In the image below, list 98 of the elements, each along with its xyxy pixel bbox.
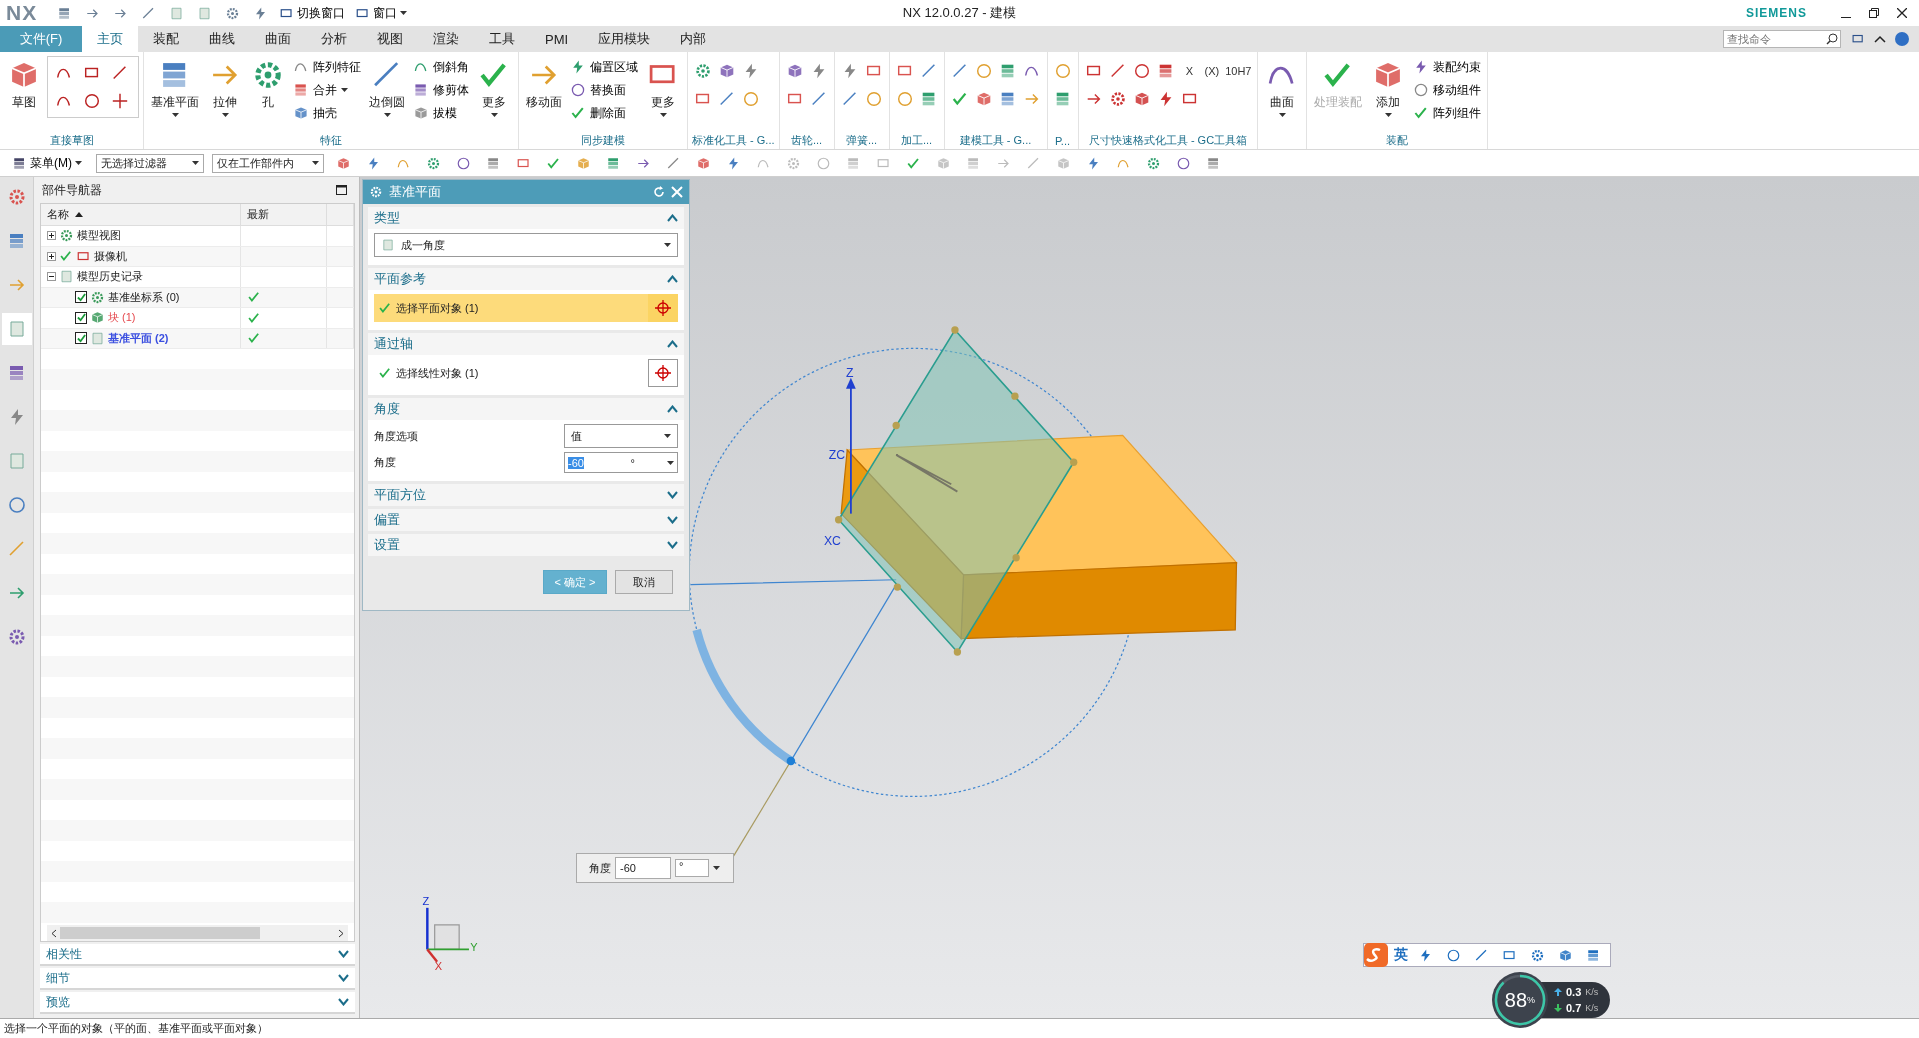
dialog-title: 基准平面 bbox=[389, 183, 442, 201]
ribbon-tab[interactable]: 渲染 bbox=[418, 26, 474, 52]
upload-rate: 0.3 bbox=[1566, 986, 1582, 998]
section-header[interactable]: 通过轴 bbox=[368, 333, 684, 355]
collapsible-panel[interactable]: 预览 bbox=[40, 992, 355, 1014]
download-rate: 0.7 bbox=[1566, 1002, 1582, 1014]
type-select[interactable]: 成一角度 bbox=[374, 233, 678, 257]
ribbon-button[interactable]: 曲面 bbox=[1262, 56, 1303, 119]
filter-select[interactable]: 无选择过滤器 bbox=[96, 153, 204, 173]
panel-title: 部件导航器 bbox=[42, 181, 102, 199]
ribbon-tab[interactable]: 主页 bbox=[82, 26, 138, 52]
ribbon-button[interactable]: 修剪体 bbox=[411, 79, 471, 101]
filter-select[interactable]: 仅在工作部件内 bbox=[212, 153, 324, 173]
group-title: 标准化工具 - G... bbox=[692, 133, 775, 148]
group-title: 尺寸快速格式化工具 - GC工具箱 bbox=[1088, 133, 1248, 148]
ribbon-button[interactable]: 添加 bbox=[1368, 56, 1409, 119]
group-title: 装配 bbox=[1386, 133, 1409, 148]
ribbon-button[interactable]: 合并 bbox=[291, 79, 363, 101]
axis-label: Z bbox=[422, 895, 430, 908]
tree-item[interactable]: 块 (1) bbox=[108, 310, 136, 326]
ribbon-tab[interactable]: 分析 bbox=[306, 26, 362, 52]
section-header[interactable]: 类型 bbox=[368, 207, 684, 229]
search-field[interactable]: 查找命令 bbox=[1723, 30, 1841, 48]
section-header[interactable]: 平面方位 bbox=[368, 484, 684, 506]
field-label: 角度选项 bbox=[374, 428, 418, 444]
window-title: NX 12.0.0.27 - 建模 bbox=[902, 4, 1017, 22]
ribbon-button[interactable]: 基准平面 bbox=[148, 56, 202, 119]
ribbon-button[interactable]: 草图 bbox=[4, 56, 44, 113]
cancel-button[interactable]: 取消 bbox=[615, 570, 673, 594]
ribbon-button[interactable]: 阵列组件 bbox=[1411, 102, 1484, 124]
ribbon-button[interactable]: 更多 bbox=[643, 56, 683, 119]
format-button[interactable]: 10H7 bbox=[1223, 60, 1254, 82]
status-message: 选择一个平面的对象（平的面、基准平面或平面对象） bbox=[4, 1021, 268, 1036]
collapsible-panel[interactable]: 细节 bbox=[40, 968, 355, 990]
ribbon-tab[interactable]: 曲面 bbox=[250, 26, 306, 52]
menu-button[interactable]: 菜单(M) bbox=[6, 153, 88, 173]
group-title: 特征 bbox=[320, 133, 342, 148]
angle-field[interactable]: -60 bbox=[615, 857, 671, 879]
input-mode-toggle[interactable]: 英 bbox=[1394, 946, 1408, 964]
ribbon-button[interactable]: 拔模 bbox=[411, 102, 471, 124]
ribbon-button[interactable]: 删除面 bbox=[568, 102, 640, 124]
selection-row[interactable]: 选择平面对象 (1) bbox=[374, 294, 678, 322]
section-header[interactable]: 角度 bbox=[368, 398, 684, 420]
ribbon-tab[interactable]: 装配 bbox=[138, 26, 194, 52]
ribbon-tab[interactable]: 应用模块 bbox=[583, 26, 666, 52]
tree-item[interactable]: 基准坐标系 (0) bbox=[108, 289, 180, 305]
format-button[interactable]: X bbox=[1178, 60, 1201, 82]
axis-label: Z bbox=[846, 365, 854, 380]
tree-item[interactable]: 基准平面 (2) bbox=[108, 330, 169, 346]
ribbon-tab[interactable]: 工具 bbox=[474, 26, 530, 52]
ribbon-tab[interactable]: 视图 bbox=[362, 26, 418, 52]
section-header[interactable]: 平面参考 bbox=[368, 268, 684, 290]
group-title: 弹簧... bbox=[845, 133, 878, 148]
ribbon-button[interactable]: 更多 bbox=[474, 56, 514, 119]
ribbon-button[interactable]: 移动面 bbox=[523, 56, 565, 113]
quick-access-button[interactable]: 窗口 bbox=[353, 4, 410, 22]
ribbon-button[interactable]: 替换面 bbox=[568, 79, 640, 101]
rate-unit: K/s bbox=[1585, 1003, 1599, 1013]
axis-label: Y bbox=[470, 940, 478, 953]
group-title: 加工... bbox=[900, 133, 933, 148]
tree-item[interactable]: 摄像机 bbox=[94, 248, 127, 264]
group-title: 同步建模 bbox=[581, 133, 625, 148]
group-title: 齿轮... bbox=[790, 133, 823, 148]
rate-unit: K/s bbox=[1585, 987, 1599, 997]
quick-access-button[interactable]: 切换窗口 bbox=[277, 4, 348, 22]
app-logo: NX bbox=[6, 1, 38, 25]
format-button[interactable]: (X) bbox=[1202, 60, 1222, 82]
section-header[interactable]: 设置 bbox=[368, 534, 684, 556]
group-title: P... bbox=[1054, 134, 1071, 147]
section-header[interactable]: 偏置 bbox=[368, 509, 684, 531]
ribbon-button[interactable]: 拉伸 bbox=[205, 56, 245, 119]
option-select[interactable]: 值 bbox=[564, 424, 678, 448]
field-label: 角度 bbox=[589, 860, 611, 876]
column-header[interactable]: 最新 bbox=[247, 207, 269, 222]
group-title: 建模工具 - G... bbox=[959, 133, 1032, 148]
ribbon-tab[interactable]: 内部 bbox=[665, 26, 722, 52]
ribbon-button[interactable]: 孔 bbox=[248, 56, 288, 113]
tree-item[interactable]: 模型历史记录 bbox=[77, 269, 143, 285]
group-title: 直接草图 bbox=[49, 133, 94, 148]
ribbon-tab[interactable]: 曲线 bbox=[194, 26, 250, 52]
ribbon-button[interactable]: 移动组件 bbox=[1411, 79, 1484, 101]
ribbon-tab[interactable]: PMI bbox=[530, 26, 584, 52]
ribbon-button[interactable]: 阵列特征 bbox=[291, 56, 363, 78]
axis-label: ZC bbox=[828, 447, 846, 462]
tree-item[interactable]: 模型视图 bbox=[77, 228, 121, 244]
ribbon-button[interactable]: 偏置区域 bbox=[568, 56, 640, 78]
brand-logo: SIEMENS bbox=[1746, 6, 1807, 20]
axis-label: XC bbox=[823, 534, 841, 549]
ribbon-button[interactable]: 抽壳 bbox=[291, 102, 363, 124]
ribbon-button[interactable]: 倒斜角 bbox=[411, 56, 471, 78]
angle-field[interactable]: -60 ° bbox=[564, 452, 678, 473]
axis-label: X bbox=[434, 960, 442, 973]
column-header[interactable]: 名称 bbox=[47, 207, 69, 222]
field-label: 角度 bbox=[374, 455, 396, 470]
ribbon-button[interactable]: 边倒圆 bbox=[366, 56, 408, 119]
ribbon-button[interactable]: 装配约束 bbox=[1411, 56, 1484, 78]
unit-field[interactable]: ° bbox=[675, 859, 709, 877]
collapsible-panel[interactable]: 相关性 bbox=[40, 944, 355, 966]
